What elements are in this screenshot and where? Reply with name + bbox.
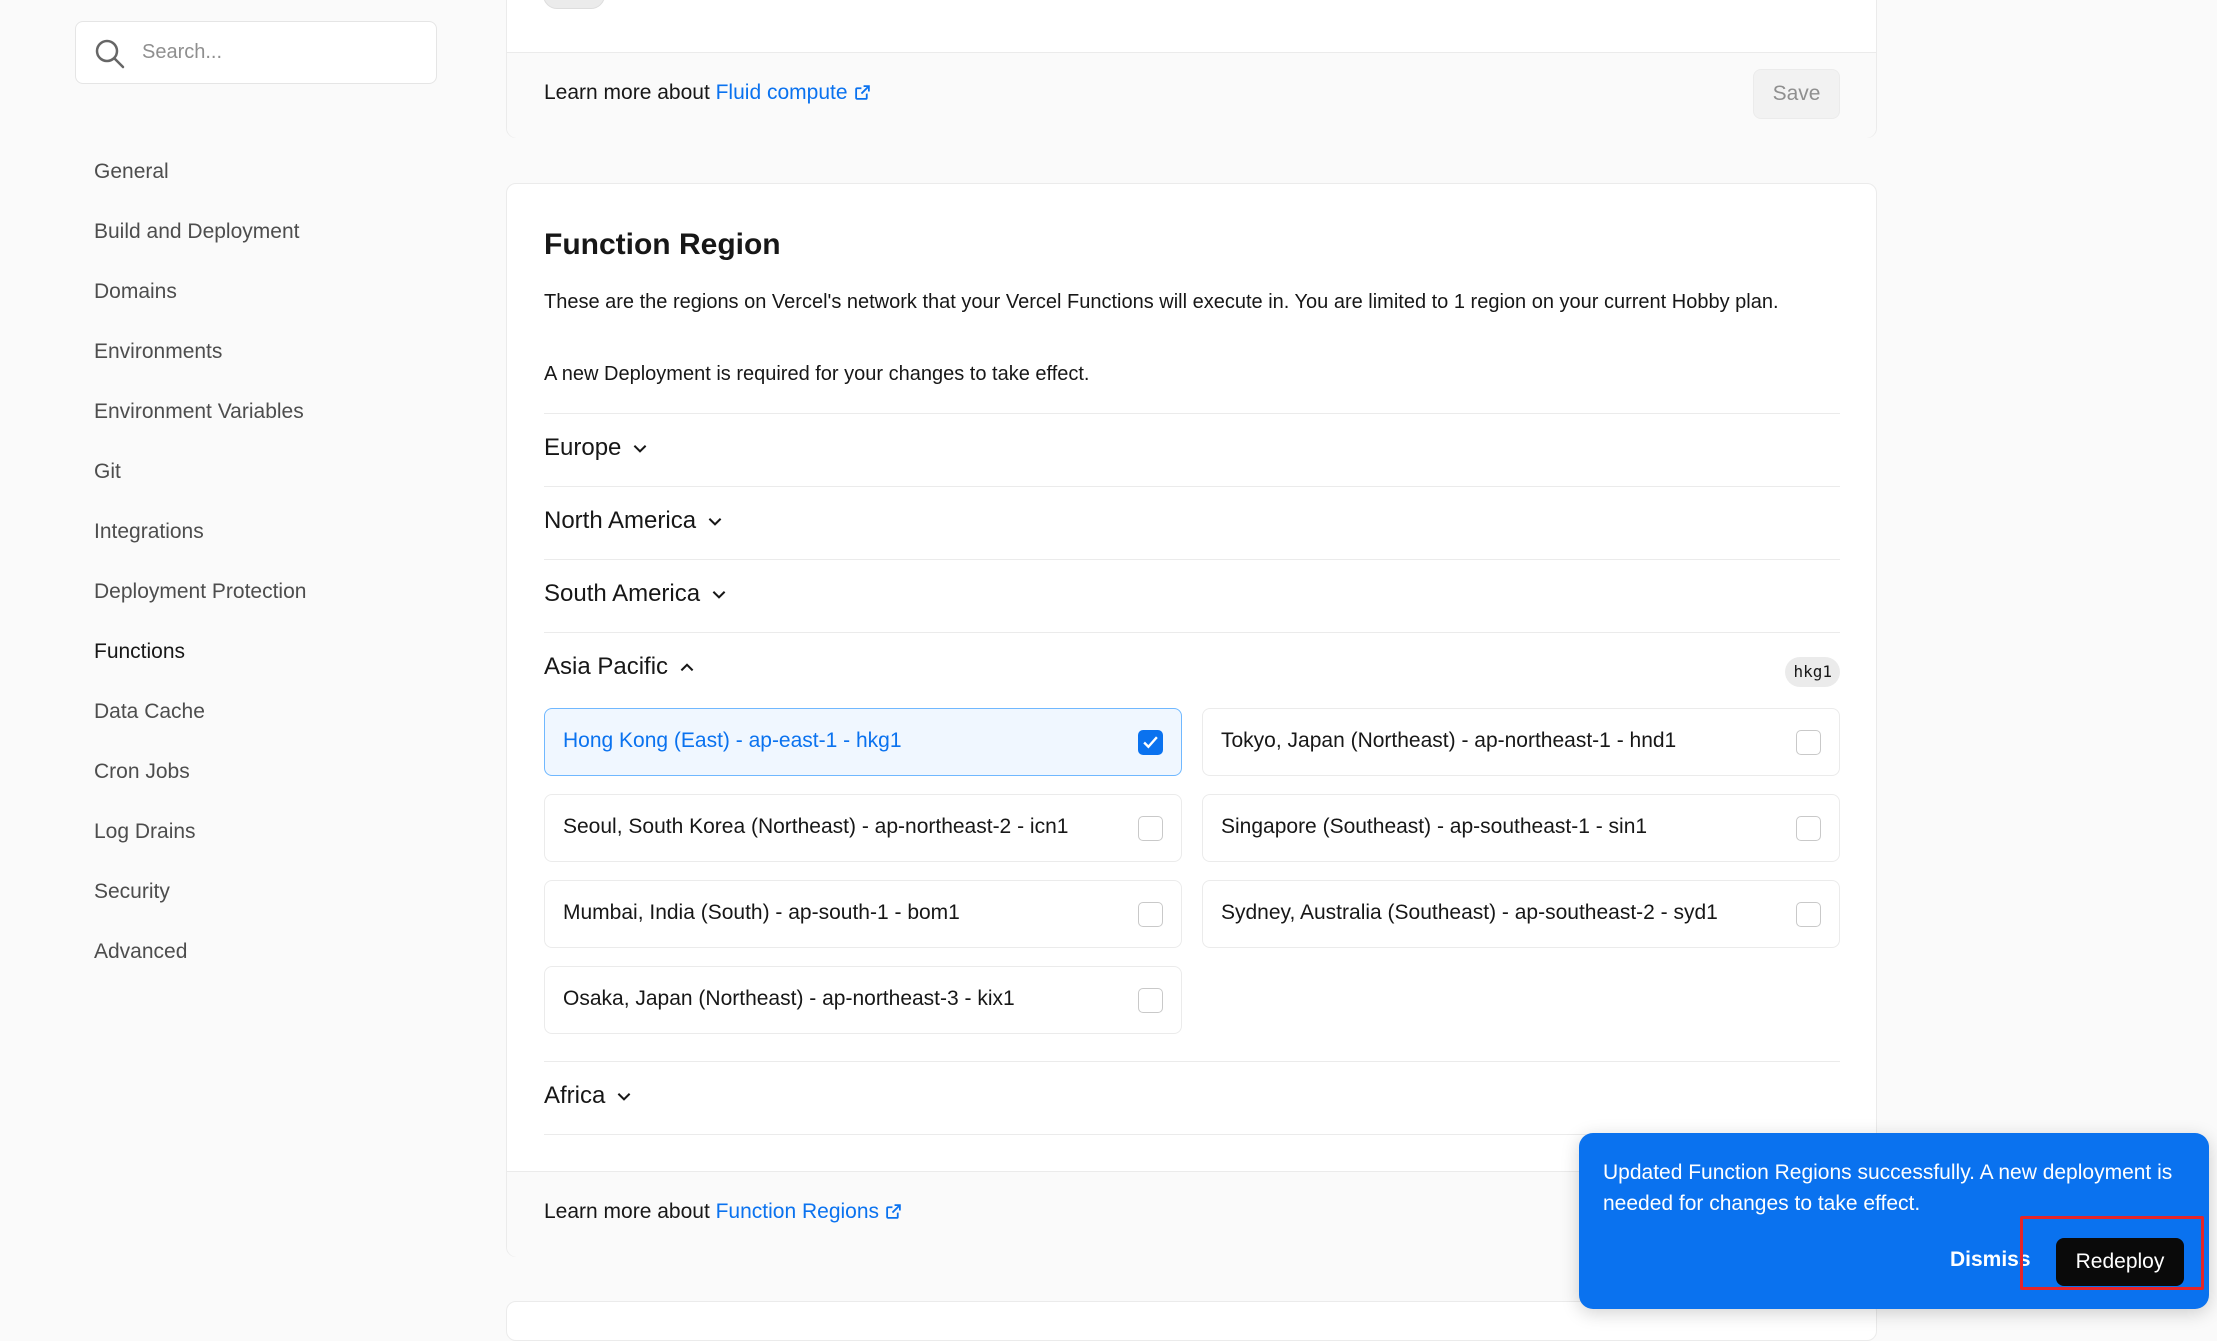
region-option-label: Mumbai, India (South) - ap-south-1 - bom… xyxy=(563,901,960,924)
region-option-label: Tokyo, Japan (Northeast) - ap-northeast-… xyxy=(1221,729,1677,752)
region-toggle-asia-pacific[interactable]: Asia Pacific xyxy=(544,653,696,681)
region-group-label: North America xyxy=(544,507,697,534)
dismiss-button[interactable]: Dismiss xyxy=(1950,1248,2031,1272)
function-regions-link-label: Function Regions xyxy=(715,1200,880,1223)
chevron-down-icon xyxy=(712,591,726,599)
region-group-south-america: South America xyxy=(544,559,1840,632)
sidebar-item-domains[interactable]: Domains xyxy=(94,262,306,322)
search-icon xyxy=(95,39,125,69)
region-option-label: Hong Kong (East) - ap-east-1 - hkg1 xyxy=(563,729,902,752)
chevron-up-icon xyxy=(680,663,694,672)
external-link-icon xyxy=(854,85,870,100)
region-option-syd1[interactable]: Sydney, Australia (Southeast) - ap-south… xyxy=(1202,880,1840,948)
function-region-learn-more: Learn more about Function Regions xyxy=(544,1200,902,1224)
region-toggle-south-america[interactable]: South America xyxy=(544,580,728,608)
fluid-compute-link[interactable]: Fluid compute xyxy=(716,81,871,104)
sidebar-item-environments[interactable]: Environments xyxy=(94,322,306,382)
sidebar-item-security[interactable]: Security xyxy=(94,862,306,922)
fluid-compute-toggle[interactable] xyxy=(543,0,605,9)
region-option-bom1[interactable]: Mumbai, India (South) - ap-south-1 - bom… xyxy=(544,880,1182,948)
region-group-north-america: North America xyxy=(544,486,1840,559)
region-option-label: Seoul, South Korea (Northeast) - ap-nort… xyxy=(563,815,1069,838)
learn-more-text: Learn more about xyxy=(544,81,716,104)
fluid-compute-card: Learn more about Fluid compute Save xyxy=(506,0,1877,138)
sidebar: General Build and Deployment Domains Env… xyxy=(0,0,500,1324)
region-option-sin1[interactable]: Singapore (Southeast) - ap-southeast-1 -… xyxy=(1202,794,1840,862)
search-input[interactable] xyxy=(142,22,422,83)
sidebar-item-environment-variables[interactable]: Environment Variables xyxy=(94,382,306,442)
toast-notification: Updated Function Regions successfully. A… xyxy=(1579,1133,2209,1309)
sidebar-nav: General Build and Deployment Domains Env… xyxy=(94,142,306,982)
region-checkbox[interactable] xyxy=(1138,730,1163,755)
region-group-label: Africa xyxy=(544,1082,606,1109)
chevron-down-icon xyxy=(618,1093,631,1101)
region-checkbox[interactable] xyxy=(1138,816,1163,841)
region-group-europe: Europe xyxy=(544,413,1840,486)
region-checkbox[interactable] xyxy=(1138,902,1163,927)
region-group-africa: Africa xyxy=(544,1061,1840,1134)
function-region-card: Function Region These are the regions on… xyxy=(506,183,1877,1257)
redeploy-button[interactable]: Redeploy xyxy=(2056,1238,2184,1286)
fluid-compute-footer: Learn more about Fluid compute Save xyxy=(507,52,1876,138)
sidebar-item-log-drains[interactable]: Log Drains xyxy=(94,802,306,862)
region-group-label: South America xyxy=(544,580,701,607)
region-checkbox[interactable] xyxy=(1796,902,1821,927)
region-toggle-north-america[interactable]: North America xyxy=(544,507,724,535)
external-link-icon xyxy=(886,1204,901,1219)
sidebar-item-functions[interactable]: Functions xyxy=(94,622,306,682)
region-option-label: Osaka, Japan (Northeast) - ap-northeast-… xyxy=(563,987,1015,1010)
region-option-label: Singapore (Southeast) - ap-southeast-1 -… xyxy=(1221,815,1648,838)
region-toggle-europe[interactable]: Europe xyxy=(544,434,649,462)
region-option-icn1[interactable]: Seoul, South Korea (Northeast) - ap-nort… xyxy=(544,794,1182,862)
function-regions-link[interactable]: Function Regions xyxy=(716,1200,902,1223)
chevron-down-icon xyxy=(634,445,647,453)
region-checkbox[interactable] xyxy=(1138,988,1163,1013)
sidebar-item-data-cache[interactable]: Data Cache xyxy=(94,682,306,742)
selected-region-badge: hkg1 xyxy=(1785,657,1840,687)
region-group-asia-pacific: Asia Pacific hkg1 Hong Kong (East) - ap-… xyxy=(544,632,1840,1062)
chevron-down-icon xyxy=(708,518,722,526)
region-group-label: Europe xyxy=(544,434,622,461)
region-checkbox[interactable] xyxy=(1796,730,1821,755)
sidebar-item-deployment-protection[interactable]: Deployment Protection xyxy=(94,562,306,622)
sidebar-item-git[interactable]: Git xyxy=(94,442,306,502)
region-option-hnd1[interactable]: Tokyo, Japan (Northeast) - ap-northeast-… xyxy=(1202,708,1840,776)
checkmark-icon xyxy=(1143,736,1158,749)
toast-message: Updated Function Regions successfully. A… xyxy=(1603,1161,2173,1215)
sidebar-item-build-and-deployment[interactable]: Build and Deployment xyxy=(94,202,306,262)
sidebar-item-cron-jobs[interactable]: Cron Jobs xyxy=(94,742,306,802)
region-checkbox[interactable] xyxy=(1796,816,1821,841)
region-toggle-africa[interactable]: Africa xyxy=(544,1082,633,1110)
region-option-label: Sydney, Australia (Southeast) - ap-south… xyxy=(1221,901,1718,924)
sidebar-item-general[interactable]: General xyxy=(94,142,306,202)
function-region-note: A new Deployment is required for your ch… xyxy=(544,363,1090,385)
region-option-hkg1[interactable]: Hong Kong (East) - ap-east-1 - hkg1 xyxy=(544,708,1182,776)
fluid-compute-link-label: Fluid compute xyxy=(715,81,848,104)
sidebar-item-advanced[interactable]: Advanced xyxy=(94,922,306,982)
function-region-title: Function Region xyxy=(544,228,781,261)
learn-more-text: Learn more about xyxy=(544,1200,716,1223)
function-region-description: These are the regions on Vercel's networ… xyxy=(544,291,1779,313)
fluid-learn-more: Learn more about Fluid compute xyxy=(544,81,871,105)
save-button[interactable]: Save xyxy=(1753,69,1840,119)
region-option-kix1[interactable]: Osaka, Japan (Northeast) - ap-northeast-… xyxy=(544,966,1182,1034)
search-box[interactable] xyxy=(75,21,437,84)
region-group-label: Asia Pacific xyxy=(544,653,669,680)
sidebar-item-integrations[interactable]: Integrations xyxy=(94,502,306,562)
